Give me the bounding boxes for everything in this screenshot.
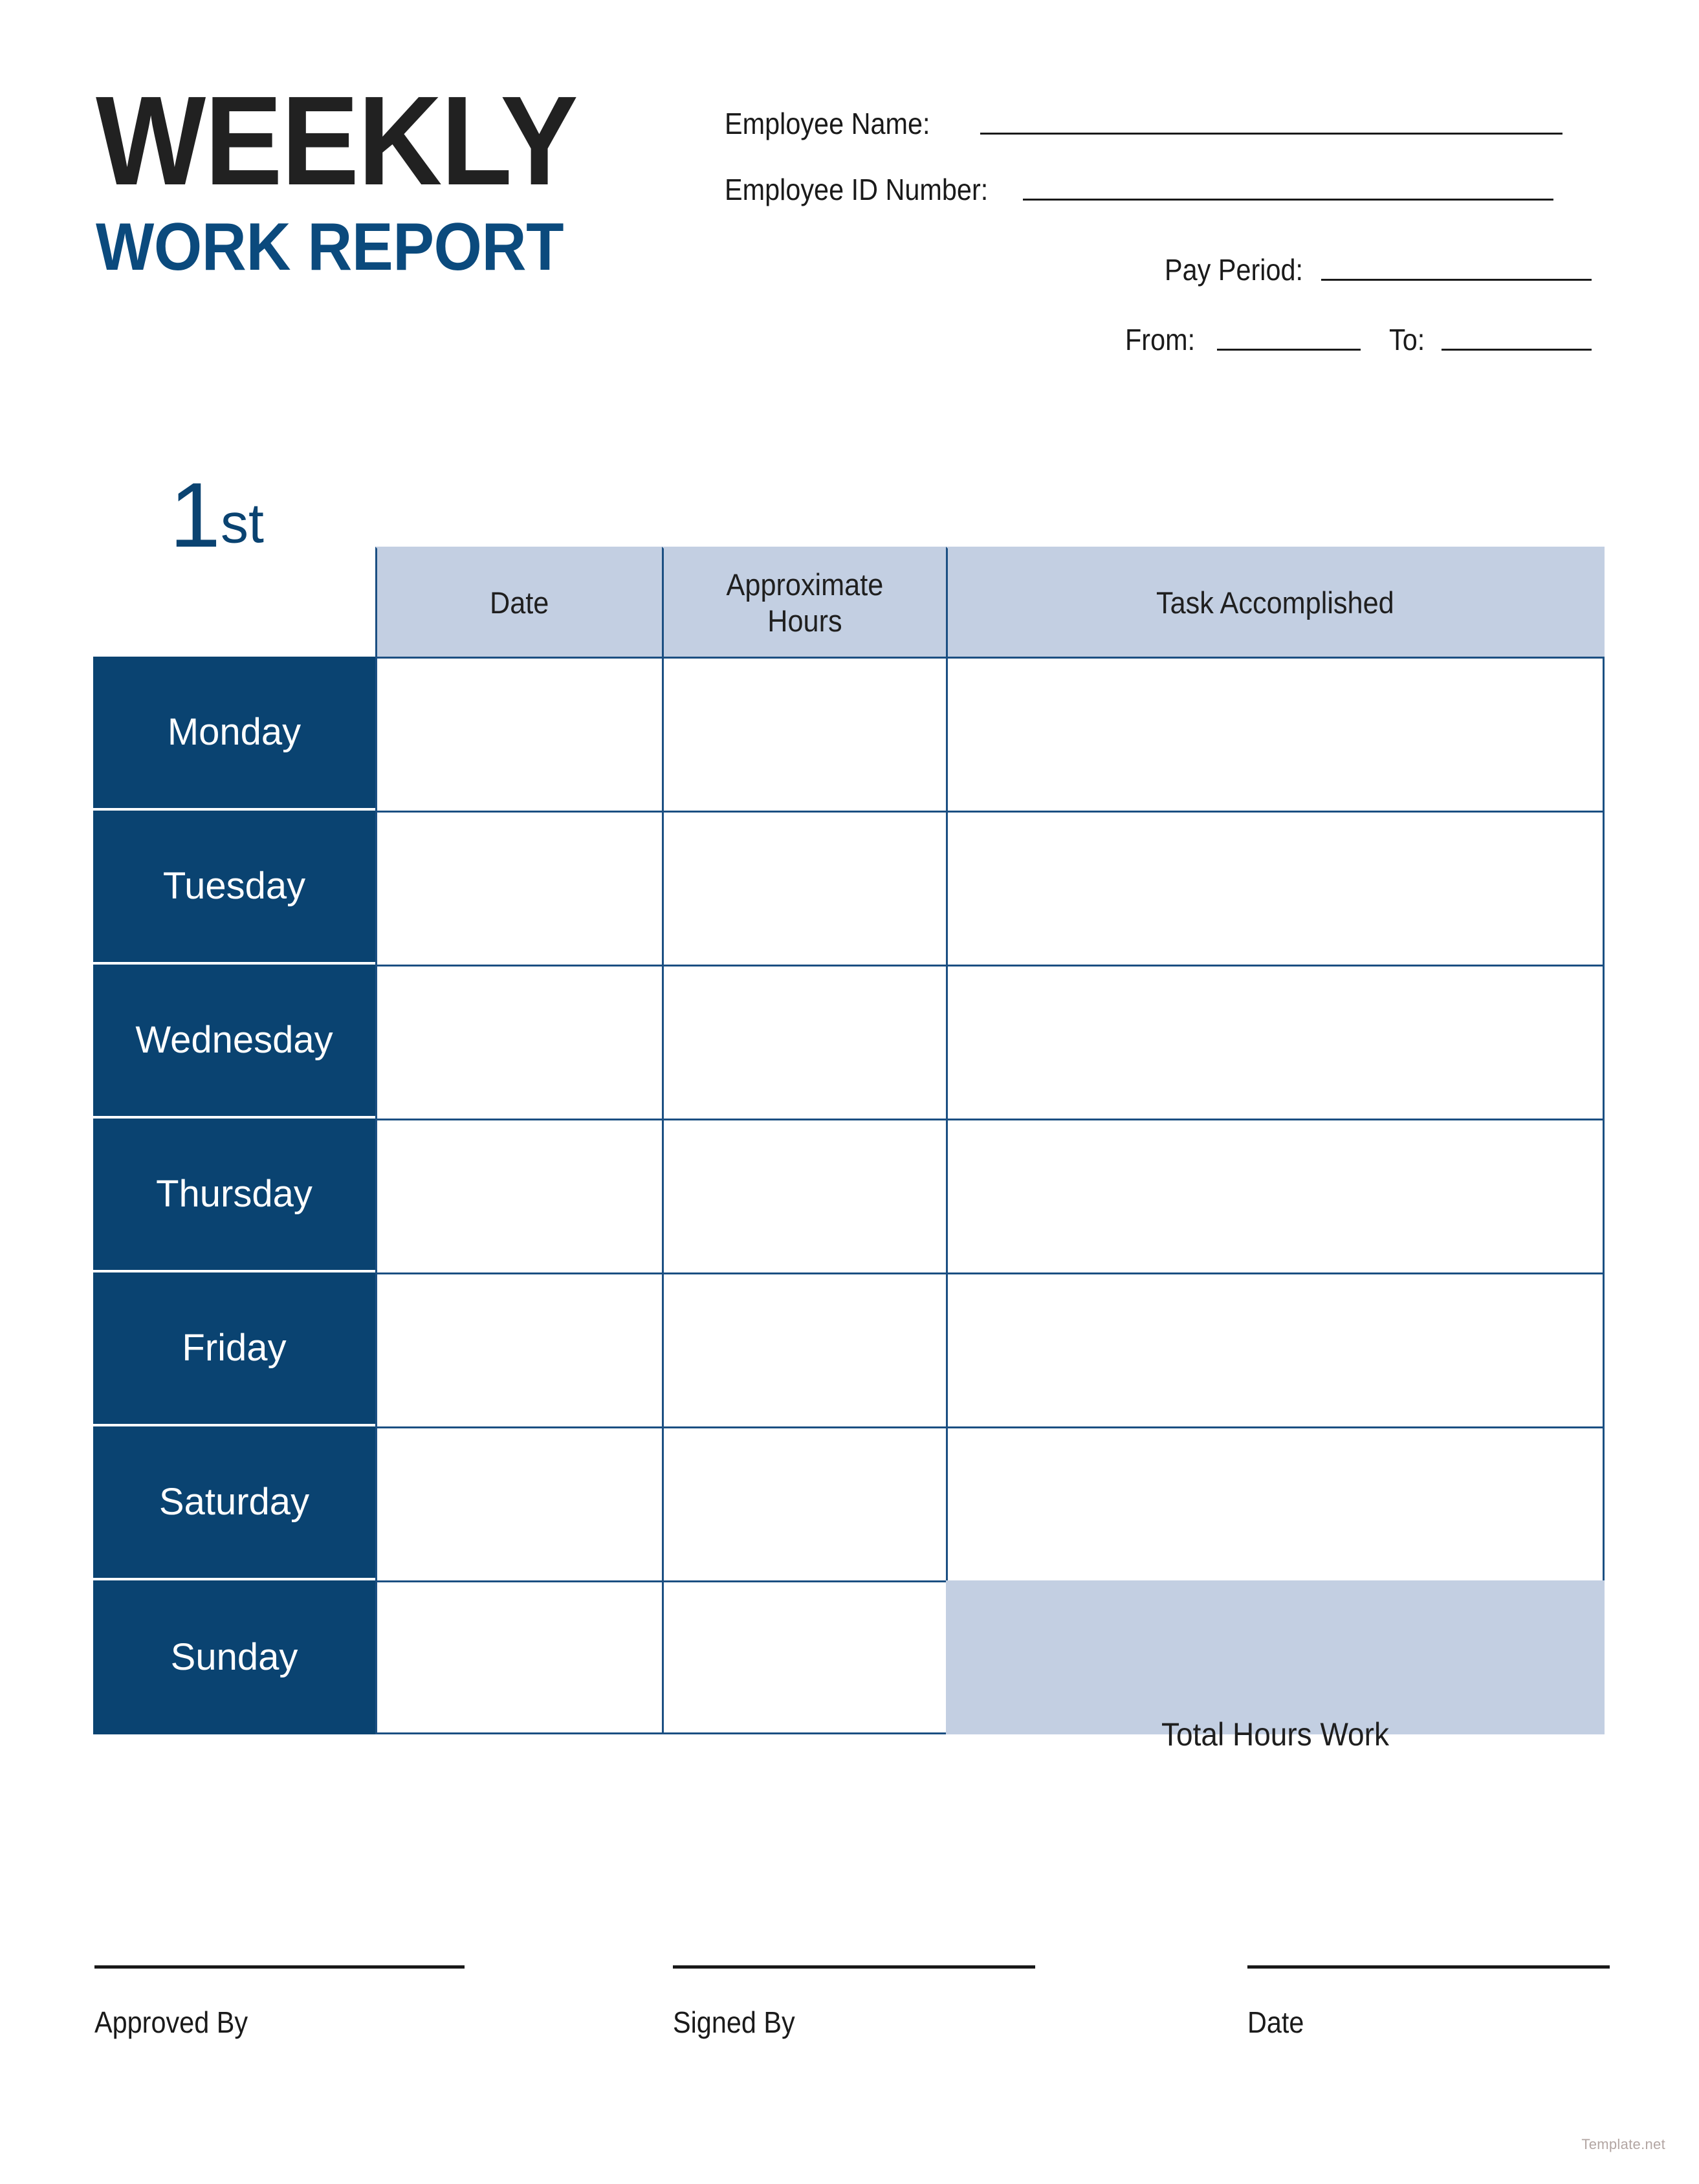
- template-watermark: Template.net: [1581, 2136, 1665, 2152]
- day-label-sunday: Sunday: [170, 1636, 298, 1678]
- day-label-monday: Monday: [167, 711, 301, 753]
- day-label-cell-monday: Monday: [93, 657, 375, 811]
- table-header-hours: Approximate Hours: [662, 547, 946, 657]
- approved-by-input[interactable]: [94, 1965, 465, 1969]
- table-header-day-spacer: [93, 547, 375, 657]
- hours-cell-wednesday[interactable]: [662, 965, 946, 1119]
- employee-form-fields: Employee Name: Employee ID Number: Pay P…: [725, 109, 1592, 355]
- day-label-wednesday: Wednesday: [135, 1019, 333, 1061]
- to-label: To:: [1388, 323, 1425, 356]
- day-label-friday: Friday: [182, 1327, 287, 1369]
- table-row: Wednesday: [93, 965, 1605, 1119]
- date-cell-monday[interactable]: [375, 657, 662, 811]
- date-cell-friday[interactable]: [375, 1272, 662, 1426]
- from-label: From:: [1124, 323, 1195, 356]
- approved-by-block: Approved By: [94, 1965, 465, 2056]
- hours-cell-tuesday[interactable]: [662, 811, 946, 965]
- hours-cell-saturday[interactable]: [662, 1426, 946, 1580]
- table-row: Monday: [93, 657, 1605, 811]
- day-label-thursday: Thursday: [156, 1173, 312, 1215]
- task-cell-saturday[interactable]: [946, 1426, 1605, 1580]
- total-hours-value-cell[interactable]: [946, 1580, 1605, 1734]
- total-hours-label: Total Hours Work: [1161, 1716, 1389, 1753]
- employee-name-input[interactable]: [980, 133, 1562, 135]
- page-title: WEEKLY: [96, 70, 578, 212]
- employee-id-input[interactable]: [1022, 199, 1553, 201]
- table-header-date-label: Date: [490, 585, 549, 620]
- table-row: Friday: [93, 1272, 1605, 1426]
- signed-by-block: Signed By: [673, 1965, 1035, 2056]
- week-ordinal-suffix: st: [220, 492, 264, 555]
- pay-period-label: Pay Period:: [1165, 253, 1304, 287]
- task-cell-wednesday[interactable]: [946, 965, 1605, 1119]
- from-date-input[interactable]: [1216, 349, 1361, 351]
- table-row: Saturday: [93, 1426, 1605, 1580]
- table-row: Tuesday: [93, 811, 1605, 965]
- date-cell-thursday[interactable]: [375, 1119, 662, 1272]
- weekly-work-report-page: WEEKLY WORK REPORT Employee Name: Employ…: [0, 0, 1699, 2184]
- date-cell-sunday[interactable]: [375, 1580, 662, 1734]
- from-to-row: From: To:: [725, 325, 1592, 355]
- pay-period-row: Pay Period:: [725, 255, 1592, 285]
- masthead: WEEKLY WORK REPORT: [96, 70, 691, 285]
- date-cell-saturday[interactable]: [375, 1426, 662, 1580]
- day-label-saturday: Saturday: [159, 1481, 310, 1523]
- signature-date-input[interactable]: [1247, 1965, 1610, 1969]
- approved-by-label: Approved By: [94, 2005, 248, 2039]
- table-row: Sunday: [93, 1580, 1605, 1734]
- table-header-task: Task Accomplished: [946, 547, 1605, 657]
- day-label-cell-sunday: Sunday: [93, 1580, 375, 1734]
- table-header-row: Date Approximate Hours Task Accomplished: [93, 547, 1605, 657]
- day-label-cell-wednesday: Wednesday: [93, 965, 375, 1119]
- hours-cell-monday[interactable]: [662, 657, 946, 811]
- table-header-task-label: Task Accomplished: [1156, 585, 1394, 620]
- pay-period-input[interactable]: [1321, 279, 1592, 281]
- date-cell-wednesday[interactable]: [375, 965, 662, 1119]
- table-row: Thursday: [93, 1119, 1605, 1272]
- signed-by-input[interactable]: [673, 1965, 1035, 1969]
- day-label-cell-tuesday: Tuesday: [93, 811, 375, 965]
- day-label-tuesday: Tuesday: [162, 865, 306, 907]
- hours-cell-friday[interactable]: [662, 1272, 946, 1426]
- task-cell-friday[interactable]: [946, 1272, 1605, 1426]
- task-cell-monday[interactable]: [946, 657, 1605, 811]
- task-cell-tuesday[interactable]: [946, 811, 1605, 965]
- signed-by-label: Signed By: [673, 2005, 795, 2039]
- date-cell-tuesday[interactable]: [375, 811, 662, 965]
- employee-name-label: Employee Name:: [725, 107, 930, 140]
- weekly-log-table: Date Approximate Hours Task Accomplished …: [93, 547, 1605, 1734]
- employee-id-row: Employee ID Number:: [725, 175, 1592, 204]
- table-header-hours-label: Approximate Hours: [726, 567, 884, 638]
- day-label-cell-saturday: Saturday: [93, 1426, 375, 1580]
- signature-date-block: Date: [1247, 1965, 1610, 2056]
- to-date-input[interactable]: [1441, 349, 1592, 351]
- employee-id-label: Employee ID Number:: [725, 173, 989, 206]
- page-subtitle: WORK REPORT: [96, 210, 564, 285]
- hours-cell-sunday[interactable]: [662, 1580, 946, 1734]
- hours-cell-thursday[interactable]: [662, 1119, 946, 1272]
- day-label-cell-friday: Friday: [93, 1272, 375, 1426]
- task-cell-thursday[interactable]: [946, 1119, 1605, 1272]
- signature-date-label: Date: [1247, 2005, 1304, 2039]
- table-header-date: Date: [375, 547, 662, 657]
- day-label-cell-thursday: Thursday: [93, 1119, 375, 1272]
- employee-name-row: Employee Name:: [725, 109, 1592, 138]
